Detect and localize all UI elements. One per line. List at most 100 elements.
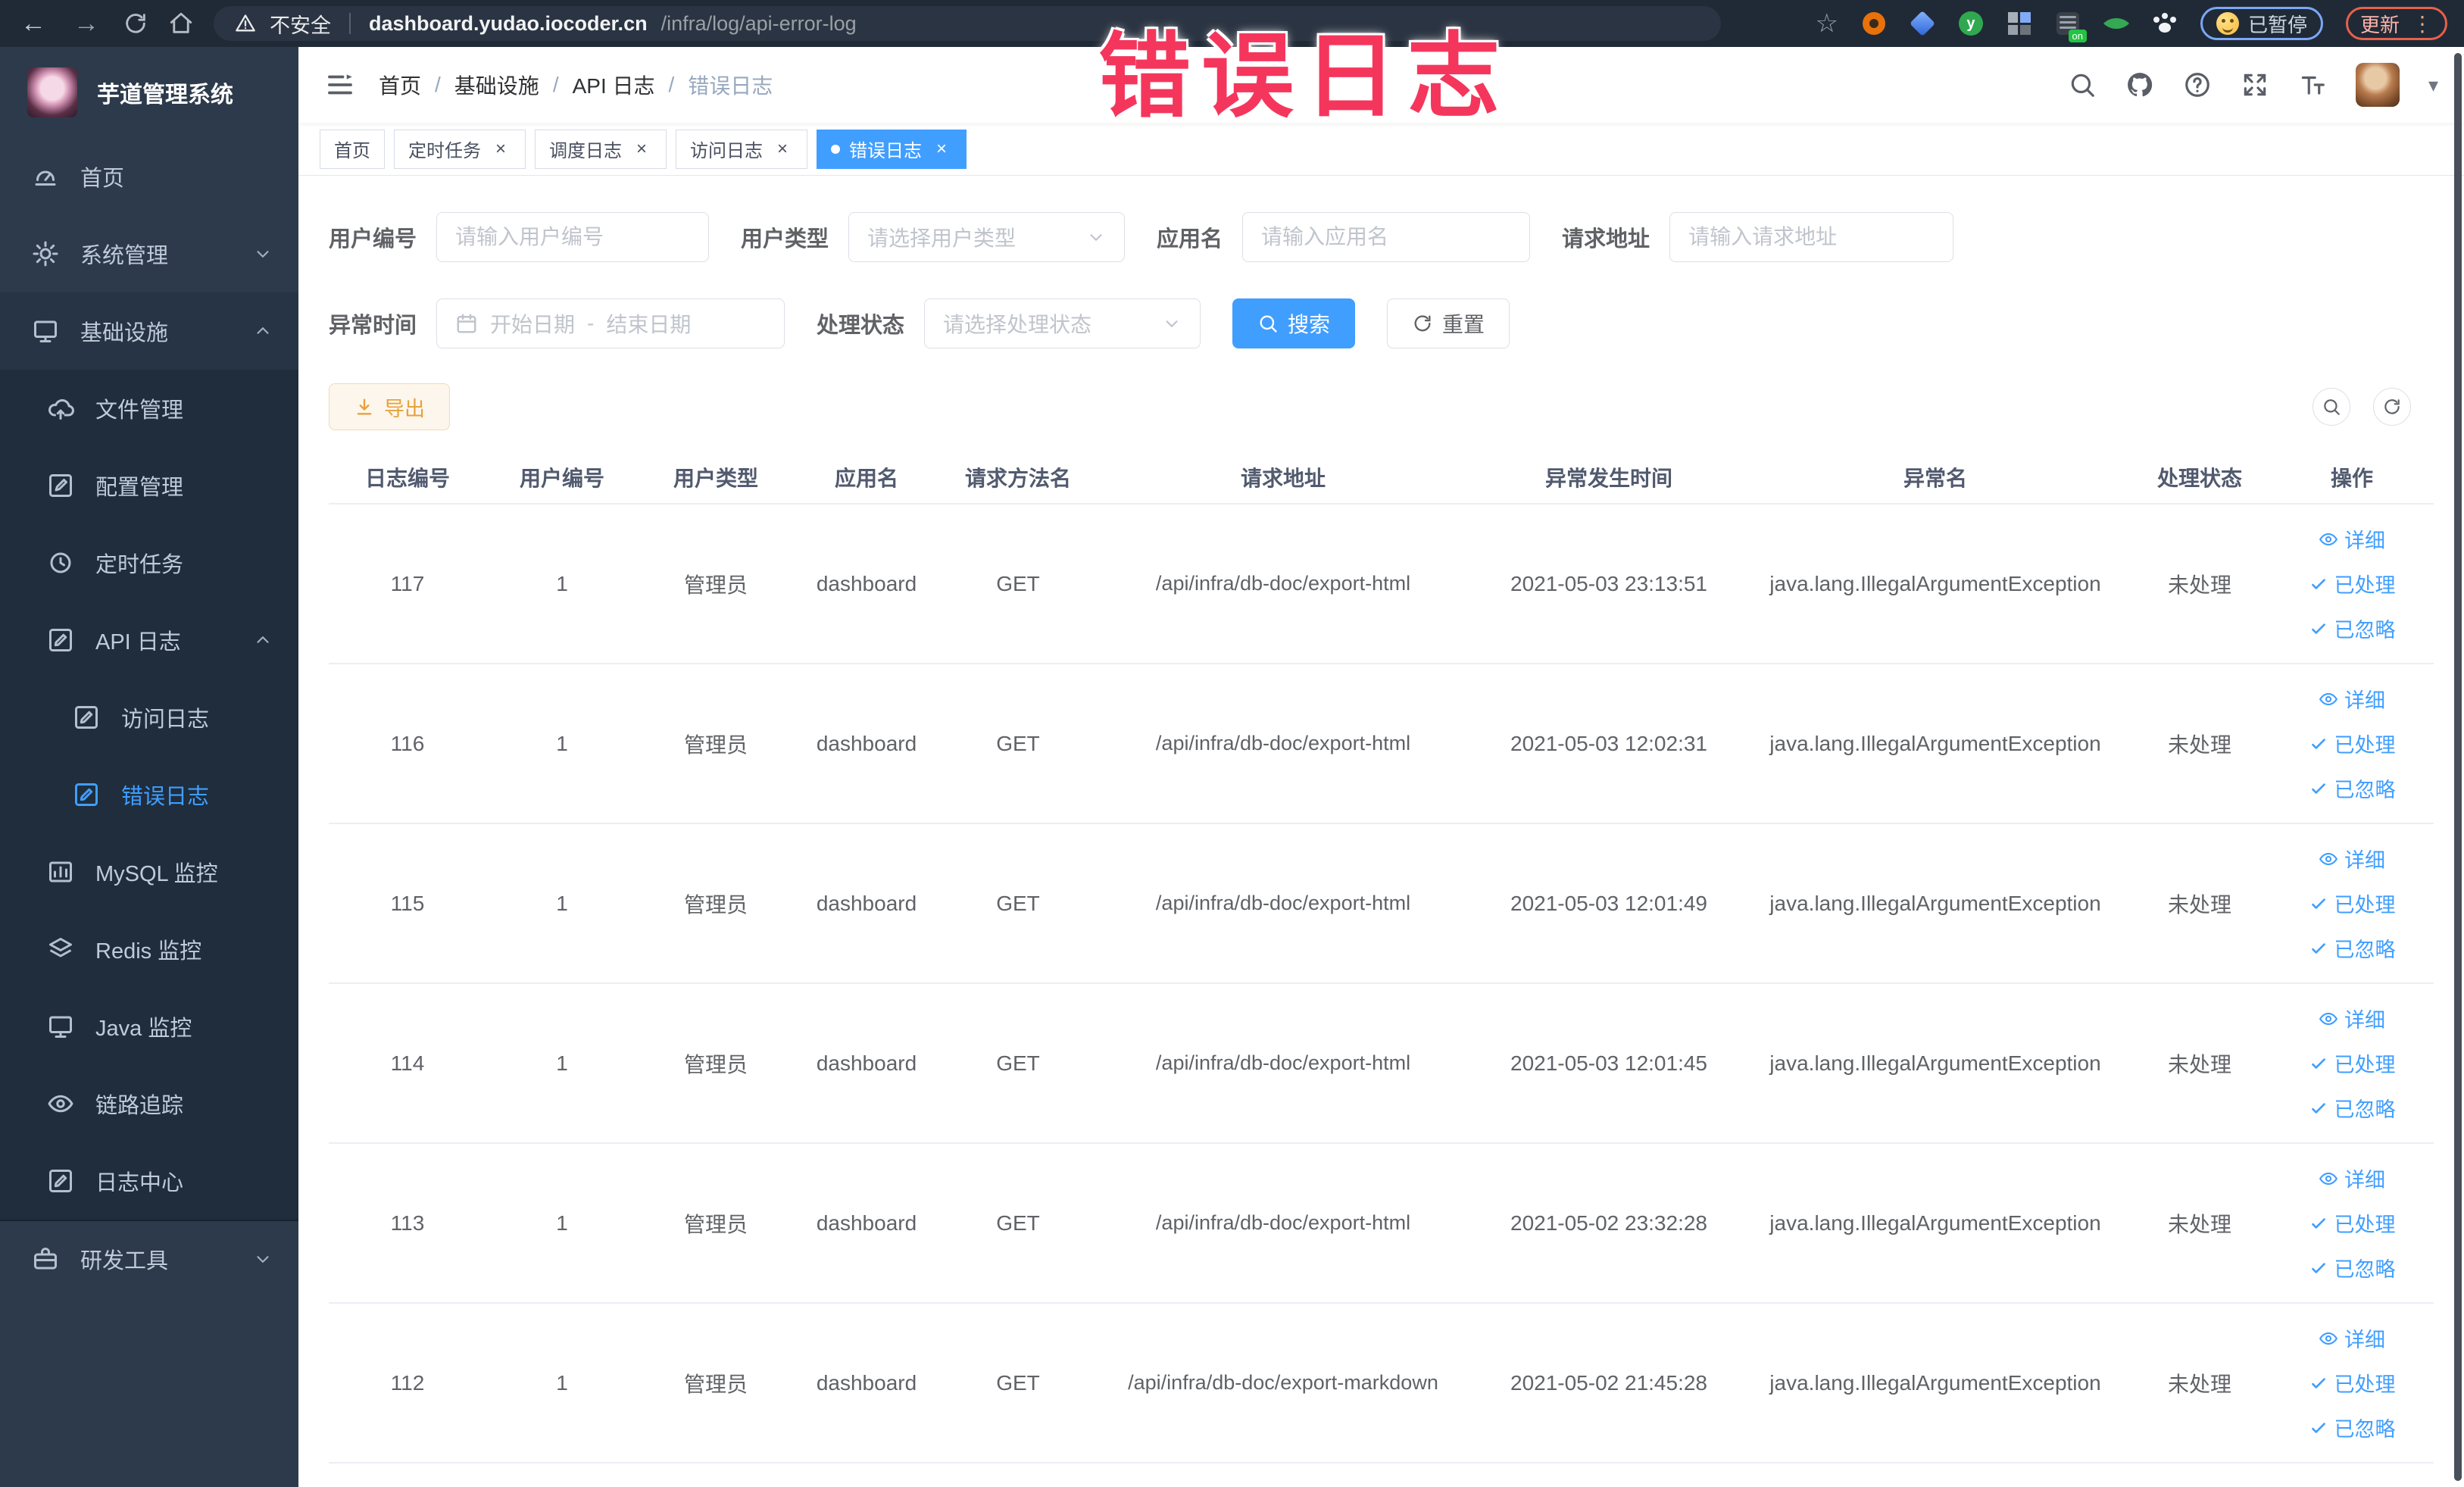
extension-blue-icon[interactable] <box>1909 11 1935 36</box>
detail-link[interactable]: 详细 <box>2319 684 2385 714</box>
cell-user-id: 1 <box>556 1211 568 1235</box>
scrollbar-thumb[interactable] <box>2454 53 2462 1481</box>
sidebar-item-config-manage[interactable]: 配置管理 <box>0 447 298 524</box>
sidebar-item-error-log[interactable]: 错误日志 <box>0 756 298 833</box>
breadcrumb-home[interactable]: 首页 <box>379 70 421 100</box>
fullscreen-icon[interactable] <box>2241 70 2269 99</box>
detail-link[interactable]: 详细 <box>2319 524 2385 554</box>
app-logo-row[interactable]: 芋道管理系统 <box>0 47 298 138</box>
close-icon[interactable]: × <box>631 139 652 160</box>
process-status-select[interactable]: 请选择处理状态 <box>924 298 1201 348</box>
mark-ignored-link[interactable]: 已忽略 <box>2309 614 2396 643</box>
search-button[interactable]: 搜索 <box>1232 298 1356 348</box>
cell-user-id: 1 <box>556 571 568 595</box>
sidebar-item-label: 日志中心 <box>95 1171 184 1195</box>
mark-ignored-link[interactable]: 已忽略 <box>2309 1253 2396 1282</box>
toggle-search-button[interactable] <box>2313 388 2350 426</box>
tab-home[interactable]: 首页 <box>320 129 385 169</box>
refresh-table-button[interactable] <box>2373 388 2411 426</box>
detail-link[interactable]: 详细 <box>2319 1164 2385 1193</box>
browser-home-icon[interactable] <box>168 11 194 36</box>
tab-cron-job[interactable]: 定时任务 × <box>394 129 526 169</box>
mark-processed-link[interactable]: 已处理 <box>2309 1368 2396 1398</box>
mark-processed-link[interactable]: 已处理 <box>2309 889 2396 918</box>
sidebar-item-log-center[interactable]: 日志中心 <box>0 1142 298 1220</box>
sidebar-item-java-monitor[interactable]: Java 监控 <box>0 988 298 1065</box>
browser-back-icon[interactable]: ← <box>17 9 50 39</box>
tab-error-log[interactable]: 错误日志 × <box>817 129 967 169</box>
search-icon[interactable] <box>2068 70 2097 99</box>
export-button[interactable]: 导出 <box>329 383 450 430</box>
app-name-input[interactable] <box>1242 212 1531 262</box>
cell-exception-time: 2021-05-03 12:01:49 <box>1510 891 1707 915</box>
request-url-input[interactable] <box>1669 212 1954 262</box>
sidebar-item-infra[interactable]: 基础设施 <box>0 292 298 370</box>
extension-paw-icon[interactable] <box>2152 11 2178 36</box>
mark-processed-link[interactable]: 已处理 <box>2309 1048 2396 1078</box>
check-icon <box>2309 1373 2328 1393</box>
sidebar-item-dev-tools[interactable]: 研发工具 <box>0 1220 298 1297</box>
cell-request-url: /api/infra/db-doc/export-html <box>1155 892 1411 914</box>
extension-green-icon[interactable]: y <box>1958 11 1984 36</box>
reset-button[interactable]: 重置 <box>1387 298 1510 348</box>
mark-ignored-link[interactable]: 已忽略 <box>2309 1093 2396 1123</box>
sidebar-item-tracing[interactable]: 链路追踪 <box>0 1065 298 1142</box>
user-type-select[interactable]: 请选择用户类型 <box>848 212 1126 262</box>
sidebar-item-access-log[interactable]: 访问日志 <box>0 679 298 756</box>
eye-icon <box>47 1090 74 1117</box>
font-size-icon[interactable] <box>2298 70 2327 99</box>
avatar[interactable] <box>2355 63 2400 107</box>
check-icon <box>2309 779 2328 798</box>
close-icon[interactable]: × <box>931 139 952 160</box>
browser-forward-icon[interactable]: → <box>70 9 103 39</box>
breadcrumb-infra[interactable]: 基础设施 <box>454 70 539 100</box>
mark-ignored-link[interactable]: 已忽略 <box>2309 933 2396 963</box>
eye-icon <box>2319 849 2338 869</box>
close-icon[interactable]: × <box>772 139 793 160</box>
update-button[interactable]: 更新 ⋮ <box>2345 7 2447 40</box>
extension-on-icon[interactable]: on <box>2055 11 2087 42</box>
browser-menu-dots-icon[interactable]: ⋮ <box>2412 11 2433 36</box>
help-icon[interactable] <box>2183 70 2212 99</box>
cell-log-id: 112 <box>390 1370 425 1395</box>
extension-leaf-icon[interactable] <box>2103 11 2129 36</box>
cell-user-type: 管理员 <box>683 573 748 597</box>
github-icon[interactable] <box>2125 70 2154 99</box>
tab-access-log[interactable]: 访问日志 × <box>676 129 807 169</box>
mark-processed-link[interactable]: 已处理 <box>2309 569 2396 598</box>
mark-ignored-link[interactable]: 已忽略 <box>2309 773 2396 803</box>
mark-ignored-link[interactable]: 已忽略 <box>2309 1413 2396 1442</box>
sidebar-item-redis-monitor[interactable]: Redis 监控 <box>0 911 298 988</box>
detail-link[interactable]: 详细 <box>2319 844 2385 873</box>
bookmark-star-icon[interactable]: ☆ <box>1815 8 1838 39</box>
user-id-input[interactable] <box>436 212 710 262</box>
close-icon[interactable]: × <box>490 139 511 160</box>
detail-link[interactable]: 详细 <box>2319 1004 2385 1033</box>
paused-badge[interactable]: 已暂停 <box>2200 7 2323 40</box>
mark-processed-link[interactable]: 已处理 <box>2309 729 2396 758</box>
check-icon <box>2309 1054 2328 1073</box>
browser-reload-icon[interactable] <box>123 11 148 36</box>
sidebar-item-system[interactable]: 系统管理 <box>0 215 298 292</box>
user-menu-caret-icon[interactable]: ▾ <box>2428 73 2438 97</box>
sidebar-item-file-manage[interactable]: 文件管理 <box>0 370 298 447</box>
url-path: /infra/log/api-error-log <box>661 11 857 35</box>
extension-orange-icon[interactable] <box>1861 11 1887 36</box>
breadcrumb-api-log[interactable]: API 日志 <box>573 70 655 100</box>
detail-link[interactable]: 详细 <box>2319 1323 2385 1353</box>
sidebar-item-api-log[interactable]: API 日志 <box>0 601 298 679</box>
cell-actions: 详细 已处理 已忽略 <box>2277 1323 2427 1442</box>
hamburger-icon[interactable] <box>324 69 356 101</box>
mark-processed-link[interactable]: 已处理 <box>2309 1208 2396 1238</box>
sidebar-item-cron-job[interactable]: 定时任务 <box>0 524 298 601</box>
exception-time-range-picker[interactable]: 开始日期 - 结束日期 <box>436 298 785 348</box>
sidebar-item-home[interactable]: 首页 <box>0 138 298 215</box>
cell-app-name: dashboard <box>816 571 917 595</box>
cell-request-url: /api/infra/db-doc/export-html <box>1155 572 1411 595</box>
sidebar-item-mysql-monitor[interactable]: MySQL 监控 <box>0 833 298 911</box>
tab-schedule-log[interactable]: 调度日志 × <box>535 129 667 169</box>
log-edit-icon <box>73 781 100 808</box>
extension-grid-icon[interactable] <box>2006 11 2032 36</box>
sidebar-item-label: 基础设施 <box>80 321 169 345</box>
refresh-icon <box>2382 397 2402 417</box>
